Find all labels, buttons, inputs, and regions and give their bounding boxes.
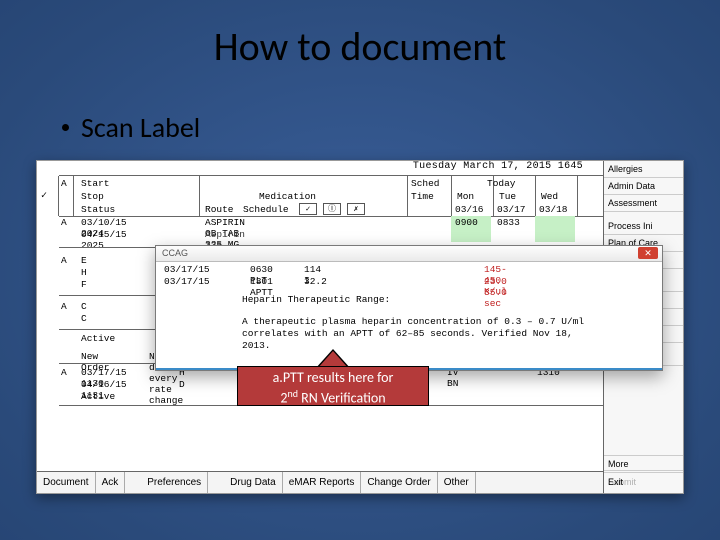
sidebar-item-assessment[interactable]: Assessment bbox=[604, 195, 683, 212]
callout-box: a.PTT results here for 2nd RN Verificati… bbox=[237, 366, 429, 406]
row-text: H bbox=[81, 267, 87, 278]
callout-line2-sup: nd bbox=[287, 387, 298, 400]
emr-screenshot: Tuesday March 17, 2015 1645 Allergies Ad… bbox=[36, 160, 684, 494]
heparin-text-3: 2013. bbox=[242, 340, 271, 351]
filter-box-3[interactable]: ✗ bbox=[347, 203, 365, 215]
row-text: E bbox=[81, 255, 87, 266]
col-d3: 03/18 bbox=[539, 204, 568, 215]
check-column: ✓ bbox=[37, 176, 59, 216]
row-time-mon: 0900 bbox=[455, 217, 478, 228]
sidebar-more[interactable]: More bbox=[604, 455, 683, 472]
toolbar-document[interactable]: Document bbox=[37, 472, 96, 493]
heparin-text-1: A therapeutic plasma heparin concentrati… bbox=[242, 316, 592, 327]
col-d1: 03/16 bbox=[455, 204, 484, 215]
lab-date: 03/17/15 bbox=[164, 276, 210, 287]
bullet-text: Scan Label bbox=[81, 110, 200, 145]
close-icon[interactable]: ✕ bbox=[638, 247, 658, 259]
timestamp-bar: Tuesday March 17, 2015 1645 bbox=[37, 161, 683, 175]
col-stop: Stop bbox=[81, 191, 104, 202]
lab-date: 03/17/15 bbox=[164, 264, 210, 275]
col-status: Status bbox=[81, 204, 115, 215]
bottom-toolbar: Document Ack Preferences Drug Data eMAR … bbox=[37, 471, 603, 493]
row-status: Active bbox=[81, 333, 115, 344]
toolbar-other[interactable]: Other bbox=[438, 472, 476, 493]
bullet-icon bbox=[62, 124, 69, 131]
sidebar-exit[interactable]: Exit bbox=[604, 472, 683, 493]
row-A: A bbox=[61, 367, 67, 378]
col-A: A bbox=[61, 178, 67, 189]
row-text: C bbox=[81, 301, 87, 312]
col-today: Today bbox=[487, 178, 516, 189]
toolbar-changeorder[interactable]: Change Order bbox=[361, 472, 437, 493]
grid-header: ✓ A Start Stop Status Medication Route S… bbox=[59, 175, 603, 217]
toolbar-emar[interactable]: eMAR Reports bbox=[283, 472, 362, 493]
heparin-text-2: correlates with an APTT of 62–85 seconds… bbox=[242, 328, 592, 339]
col-schedule: Schedule bbox=[243, 204, 289, 215]
toolbar-preferences[interactable]: Preferences bbox=[141, 472, 208, 493]
col-d2: 03/17 bbox=[497, 204, 526, 215]
row-time-tue: 0833 bbox=[497, 217, 520, 228]
row-text: C bbox=[81, 313, 87, 324]
row-A: A bbox=[61, 255, 67, 266]
toolbar-ack[interactable]: Ack bbox=[96, 472, 126, 493]
sidebar-item-allergies[interactable]: Allergies bbox=[604, 161, 683, 178]
slide-bullet: Scan Label bbox=[62, 110, 200, 145]
col-wed: Wed bbox=[541, 191, 558, 202]
lab-range: 23.0 35.0 sec bbox=[484, 276, 507, 309]
col-time: Time bbox=[411, 191, 434, 202]
callout-line1: a.PTT results here for bbox=[273, 369, 394, 386]
col-medication: Medication bbox=[259, 191, 316, 202]
row-A: A bbox=[61, 301, 67, 312]
heparin-heading: Heparin Therapeutic Range: bbox=[242, 294, 390, 305]
row-text: F bbox=[81, 279, 87, 290]
col-start: Start bbox=[81, 178, 110, 189]
popup-titlebar: CCAG ✕ bbox=[156, 246, 662, 262]
slide-title: How to document bbox=[0, 22, 720, 71]
row-A: A bbox=[61, 217, 67, 228]
col-route: Route bbox=[205, 204, 234, 215]
col-tue: Tue bbox=[499, 191, 516, 202]
callout-line2-post: RN Verification bbox=[298, 390, 386, 407]
cell-highlight-wed bbox=[535, 216, 575, 242]
col-sched: Sched bbox=[411, 178, 440, 189]
filter-box-1[interactable]: ✓ bbox=[299, 203, 317, 215]
lab-value: 32.2 bbox=[304, 276, 327, 287]
filter-box-2[interactable]: Ⓘ bbox=[323, 203, 341, 215]
sidebar-item-process[interactable]: Process Ini bbox=[604, 218, 683, 235]
sidebar-item-admindata[interactable]: Admin Data bbox=[604, 178, 683, 195]
row-status: Active bbox=[81, 391, 115, 402]
popup-title-text: CCAG bbox=[162, 248, 188, 258]
col-mon: Mon bbox=[457, 191, 474, 202]
ccag-popup: CCAG ✕ 03/17/15 0630 PLT 114 I 145-450 K… bbox=[155, 245, 663, 371]
row-text: D bbox=[179, 379, 185, 390]
check-icon: ✓ bbox=[41, 190, 47, 202]
toolbar-drugdata[interactable]: Drug Data bbox=[224, 472, 283, 493]
